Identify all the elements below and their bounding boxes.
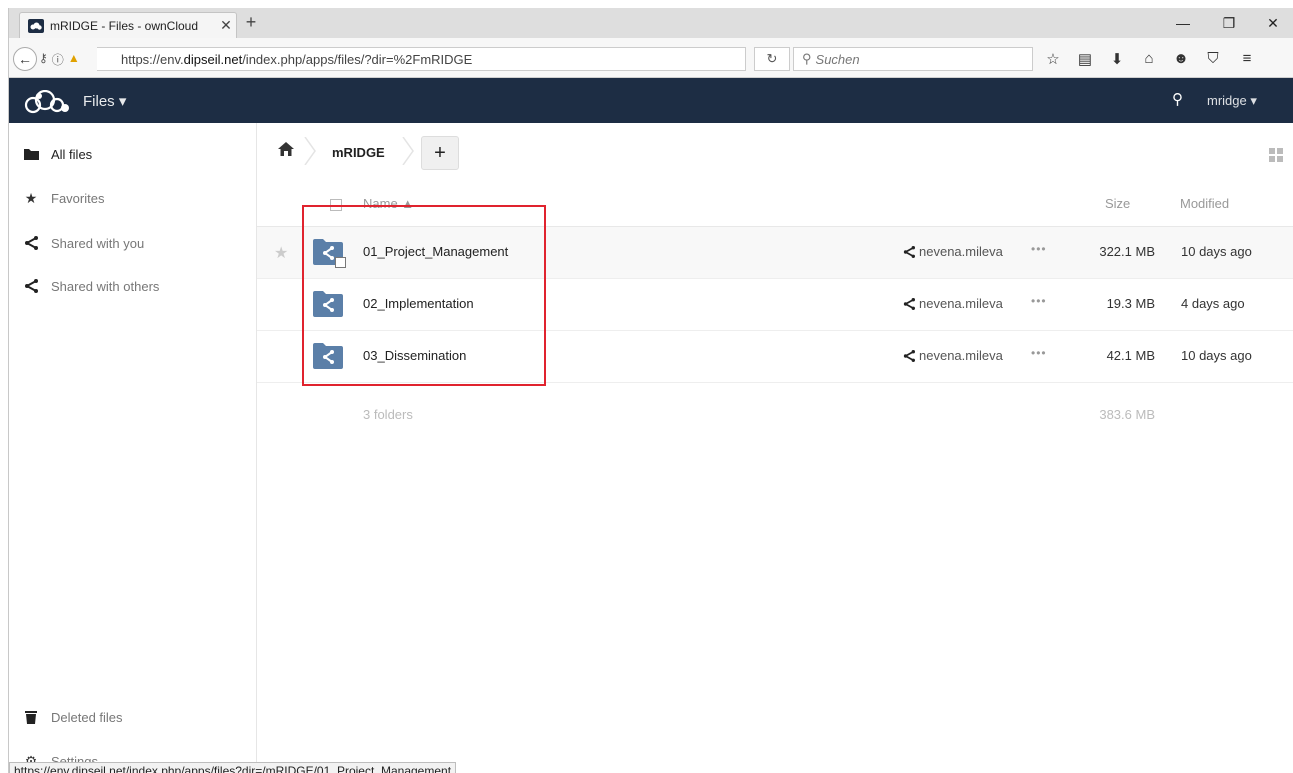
owncloud-logo-icon[interactable] (23, 90, 73, 114)
sidebar-item-label: Favorites (51, 190, 105, 206)
reload-icon[interactable]: ↻ (754, 47, 790, 71)
share-owner[interactable]: nevena.mileva (903, 348, 1003, 363)
row-checkbox[interactable] (335, 257, 346, 268)
download-icon[interactable]: ⬇ (1107, 50, 1127, 68)
breadcrumb-current[interactable]: mRIDGE (332, 145, 385, 160)
more-actions-icon[interactable]: ••• (1031, 346, 1047, 360)
browser-tab[interactable]: mRIDGE - Files - ownCloud ✕ (19, 12, 237, 38)
sidebar-item-label: Shared with others (51, 278, 160, 294)
share-icon (903, 349, 915, 362)
shared-folder-icon (313, 291, 343, 317)
trash-icon (23, 709, 39, 725)
sidebar: All files ★ Favorites Shared with you Sh… (9, 123, 257, 773)
site-identity[interactable]: ⚷ ⓘ ▲ (39, 51, 80, 68)
sidebar-item-shared-with-others[interactable]: Shared with others (9, 264, 257, 308)
url-path: /index.php/apps/files/?dir=%2FmRIDGE (242, 51, 473, 67)
summary-count: 3 folders (363, 407, 413, 422)
close-window-button[interactable]: ✕ (1250, 8, 1293, 38)
share-icon (23, 278, 39, 294)
search-input[interactable]: ⚲ Suchen (793, 47, 1033, 71)
table-row[interactable]: 03_Dissemination nevena.mileva ••• 42.1 … (257, 331, 1293, 383)
sidebar-item-all-files[interactable]: All files (9, 132, 257, 176)
files-content: mRIDGE + Name ▲ Size Modified ★ 01_Proje… (257, 123, 1293, 773)
favorite-star-icon[interactable]: ★ (274, 243, 288, 263)
file-name[interactable]: 02_Implementation (363, 296, 474, 311)
status-bar-url: https://env.dipseil.net/index.php/apps/f… (9, 762, 457, 773)
tab-close-icon[interactable]: ✕ (216, 17, 236, 34)
summary-size: 383.6 MB (1099, 407, 1155, 422)
sidebar-item-label: All files (51, 146, 93, 162)
file-name[interactable]: 01_Project_Management (363, 244, 508, 259)
grid-view-icon[interactable] (1269, 148, 1283, 162)
bookmark-star-icon[interactable]: ☆ (1043, 50, 1063, 68)
sidebar-item-label: Shared with you (51, 235, 145, 251)
browser-navbar: ← ⚷ ⓘ ▲ https://env. dipseil.net/index.ph… (9, 38, 1293, 78)
menu-icon[interactable]: ≡ (1237, 50, 1257, 67)
share-icon (903, 297, 915, 310)
select-all-checkbox[interactable] (330, 199, 342, 211)
breadcrumb: mRIDGE + (257, 123, 1293, 183)
reading-list-icon[interactable]: ▤ (1075, 50, 1095, 68)
info-icon: ⓘ (51, 53, 64, 67)
new-button[interactable]: + (421, 136, 459, 170)
chat-icon[interactable]: ☻ (1171, 50, 1191, 67)
minimize-button[interactable]: — (1160, 8, 1206, 38)
sidebar-item-favorites[interactable]: ★ Favorites (9, 176, 257, 220)
user-menu[interactable]: mridge ▾ (1207, 93, 1257, 109)
more-actions-icon[interactable]: ••• (1031, 294, 1047, 308)
maximize-button[interactable]: ❐ (1206, 8, 1252, 38)
share-owner[interactable]: nevena.mileva (903, 296, 1003, 311)
share-owner-name: nevena.mileva (919, 296, 1003, 311)
table-row[interactable]: ★ 01_Project_Management nevena.mileva ••… (257, 227, 1293, 279)
file-size: 19.3 MB (1106, 296, 1155, 311)
share-owner-name: nevena.mileva (919, 244, 1003, 259)
key-icon: ⚷ (39, 51, 48, 65)
lock-warning-icon: ▲ (67, 51, 80, 65)
new-tab-button[interactable]: + (241, 12, 261, 33)
file-modified: 10 days ago (1181, 348, 1252, 363)
apps-menu[interactable]: Files ▾ (83, 92, 126, 110)
search-placeholder: Suchen (815, 51, 860, 67)
column-size[interactable]: Size (1105, 196, 1130, 211)
owncloud-favicon-icon (28, 18, 44, 33)
owncloud-header: Files ▾ ⚲ mridge ▾ (9, 78, 1293, 123)
home-icon[interactable] (277, 141, 295, 157)
share-owner[interactable]: nevena.mileva (903, 244, 1003, 259)
table-row[interactable]: 02_Implementation nevena.mileva ••• 19.3… (257, 279, 1293, 331)
share-icon (23, 235, 39, 251)
tab-strip: mRIDGE - Files - ownCloud ✕ + — ❐ ✕ (9, 8, 1293, 38)
browser-window: mRIDGE - Files - ownCloud ✕ + — ❐ ✕ ← ⚷ … (8, 8, 1293, 773)
star-icon: ★ (24, 189, 38, 206)
sidebar-item-shared-with-you[interactable]: Shared with you (9, 221, 257, 265)
share-icon (903, 245, 915, 258)
file-size: 322.1 MB (1099, 244, 1155, 259)
sidebar-item-deleted-files[interactable]: Deleted files (9, 695, 257, 739)
header-search-icon[interactable]: ⚲ (1172, 90, 1183, 108)
url-host: dipseil.net (183, 51, 243, 67)
shared-folder-icon (313, 343, 343, 369)
back-arrow-icon[interactable]: ← (13, 47, 37, 71)
file-name[interactable]: 03_Dissemination (363, 348, 466, 363)
breadcrumb-separator-icon (402, 137, 414, 165)
home-button-icon[interactable]: ⌂ (1139, 50, 1159, 67)
search-icon: ⚲ (802, 51, 812, 66)
url-bar[interactable]: https://env. dipseil.net/index.php/apps/f… (97, 47, 746, 71)
url-prefix: https://env. (121, 51, 184, 67)
table-summary: 3 folders 383.6 MB (257, 395, 1293, 435)
more-actions-icon[interactable]: ••• (1031, 242, 1047, 256)
breadcrumb-separator-icon (304, 137, 316, 165)
column-modified[interactable]: Modified (1180, 196, 1229, 211)
file-size: 42.1 MB (1106, 348, 1155, 363)
sidebar-item-label: Deleted files (51, 709, 123, 725)
tab-title: mRIDGE - Files - ownCloud (50, 18, 199, 33)
folder-icon (23, 146, 39, 162)
file-modified: 10 days ago (1181, 244, 1252, 259)
file-modified: 4 days ago (1181, 296, 1245, 311)
share-owner-name: nevena.mileva (919, 348, 1003, 363)
column-name[interactable]: Name ▲ (363, 196, 414, 211)
table-header: Name ▲ Size Modified (257, 183, 1293, 227)
pocket-icon[interactable]: ⛉ (1203, 50, 1223, 67)
